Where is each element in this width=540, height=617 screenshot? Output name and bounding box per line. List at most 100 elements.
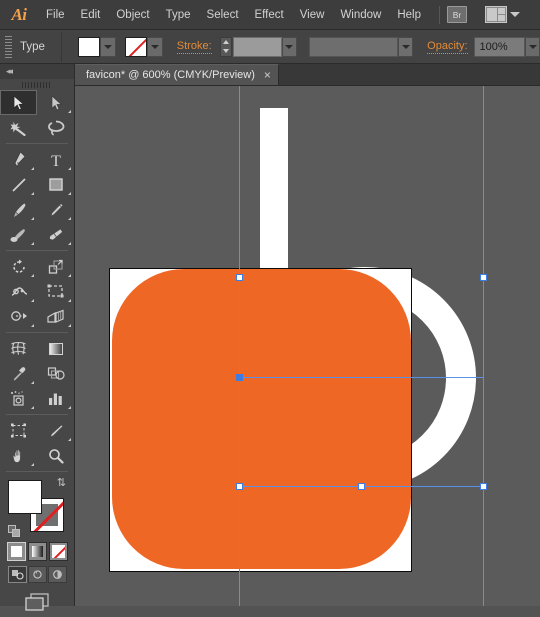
artboard[interactable]: [109, 268, 412, 572]
tool-group-navigation: [0, 418, 74, 468]
workspace-layout-icon[interactable]: [485, 6, 507, 23]
pen-tool[interactable]: [0, 147, 37, 172]
control-bar-grip[interactable]: [3, 35, 14, 58]
shape-builder-tool[interactable]: [0, 304, 37, 329]
symbol-sprayer-tool[interactable]: [0, 386, 37, 411]
gradient-button[interactable]: [27, 542, 47, 561]
fill-swatch[interactable]: [77, 36, 100, 57]
width-tool[interactable]: [0, 279, 37, 304]
fill-dropdown-button[interactable]: [99, 36, 116, 57]
gradient-swatch-icon: [31, 546, 43, 557]
draw-inside-button[interactable]: [47, 566, 67, 583]
tool-flyout-indicator: [31, 381, 34, 384]
draw-normal-button[interactable]: [7, 566, 27, 583]
double-chevron-left-icon[interactable]: ◂◂: [6, 66, 13, 77]
opacity-input[interactable]: 100%: [473, 36, 526, 57]
scale-tool[interactable]: [37, 254, 74, 279]
chevron-down-icon: [528, 44, 537, 49]
menu-item-object[interactable]: Object: [108, 5, 157, 25]
tool-group-selection: [0, 90, 74, 140]
tool-flyout-indicator: [68, 217, 71, 220]
menu-item-effect[interactable]: Effect: [247, 5, 292, 25]
chevron-down-icon: [285, 44, 294, 49]
rounded-rectangle-shape[interactable]: [110, 269, 413, 573]
menu-item-view[interactable]: View: [292, 5, 333, 25]
fill-color-swatch[interactable]: [8, 480, 42, 514]
canvas-area[interactable]: [75, 86, 540, 606]
eyedropper-tool[interactable]: [0, 361, 37, 386]
control-bar: Type Stroke: Opacity: 100%: [0, 30, 540, 64]
close-icon[interactable]: ×: [264, 69, 271, 81]
tool-flyout-indicator: [68, 406, 71, 409]
panel-grip-icon[interactable]: [0, 79, 74, 90]
tool-flyout-indicator: [31, 242, 34, 245]
zoom-tool[interactable]: [37, 443, 74, 468]
color-button[interactable]: [6, 542, 26, 561]
handle-top-left[interactable]: [236, 274, 243, 281]
menu-divider: [439, 5, 440, 24]
handle-bottom-left[interactable]: [236, 483, 243, 490]
artboard-tool[interactable]: [0, 418, 37, 443]
tool-flyout-indicator: [68, 299, 71, 302]
gradient-tool[interactable]: [37, 336, 74, 361]
tool-flyout-indicator: [68, 438, 71, 441]
tool-flyout-indicator: [31, 167, 34, 170]
chevron-down-icon[interactable]: [510, 12, 520, 17]
swap-fill-stroke-icon[interactable]: ⇅: [57, 476, 66, 489]
type-tool[interactable]: T: [37, 147, 74, 172]
column-graph-tool[interactable]: [37, 386, 74, 411]
handle-bottom-center[interactable]: [358, 483, 365, 490]
opacity-label[interactable]: Opacity:: [427, 40, 468, 54]
none-button[interactable]: [48, 542, 68, 561]
mesh-tool[interactable]: [0, 336, 37, 361]
bridge-icon[interactable]: Br: [447, 6, 467, 23]
selection-tool[interactable]: [0, 90, 37, 115]
stroke-profile-dropdown-button[interactable]: [398, 36, 414, 57]
lasso-tool[interactable]: [37, 115, 74, 140]
default-fill-stroke-icon[interactable]: [8, 525, 21, 538]
menu-item-type[interactable]: Type: [158, 5, 199, 25]
stroke-swatch[interactable]: [124, 36, 147, 57]
stroke-weight-field[interactable]: [232, 36, 283, 57]
selection-guide-left: [239, 86, 240, 606]
perspective-grid-tool[interactable]: [37, 304, 74, 329]
menu-item-window[interactable]: Window: [332, 5, 389, 25]
free-transform-tool[interactable]: [37, 279, 74, 304]
handle-middle-left[interactable]: [236, 374, 243, 381]
menu-item-help[interactable]: Help: [389, 5, 429, 25]
paintbrush-tool[interactable]: [0, 197, 37, 222]
menu-item-select[interactable]: Select: [199, 5, 247, 25]
pencil-tool[interactable]: [37, 197, 74, 222]
direct-selection-tool[interactable]: [37, 90, 74, 115]
document-tab[interactable]: favicon* @ 600% (CMYK/Preview) ×: [75, 64, 279, 85]
magic-wand-tool[interactable]: [0, 115, 37, 140]
stroke-profile-field[interactable]: [308, 36, 399, 57]
stroke-swatch-dropdown-button[interactable]: [146, 36, 163, 57]
rotate-tool[interactable]: [0, 254, 37, 279]
slice-tool[interactable]: [37, 418, 74, 443]
tool-flyout-indicator: [68, 242, 71, 245]
tool-flyout-indicator: [31, 463, 34, 466]
rectangle-tool[interactable]: [37, 172, 74, 197]
stepper-down-icon: [222, 49, 229, 53]
line-segment-tool[interactable]: [0, 172, 37, 197]
change-screen-mode-button[interactable]: [23, 592, 51, 617]
stroke-weight-stepper[interactable]: [219, 36, 232, 57]
menu-item-edit[interactable]: Edit: [73, 5, 109, 25]
hand-tool[interactable]: [0, 443, 37, 468]
blob-brush-tool[interactable]: [0, 222, 37, 247]
tool-flyout-indicator: [68, 110, 71, 113]
handle-bottom-right[interactable]: [480, 483, 487, 490]
handle-top-right[interactable]: [480, 274, 487, 281]
tool-divider: [6, 332, 68, 333]
stroke-label[interactable]: Stroke:: [176, 40, 212, 54]
eraser-tool[interactable]: [37, 222, 74, 247]
opacity-dropdown-button[interactable]: [525, 36, 540, 57]
app-logo: Ai: [11, 4, 27, 24]
stroke-weight-dropdown-button[interactable]: [282, 36, 297, 57]
menu-bar: Ai File Edit Object Type Select Effect V…: [0, 0, 540, 30]
menu-item-file[interactable]: File: [38, 5, 73, 25]
blend-tool[interactable]: [37, 361, 74, 386]
draw-behind-button[interactable]: [27, 566, 47, 583]
document-tab-bar: favicon* @ 600% (CMYK/Preview) ×: [75, 64, 540, 86]
